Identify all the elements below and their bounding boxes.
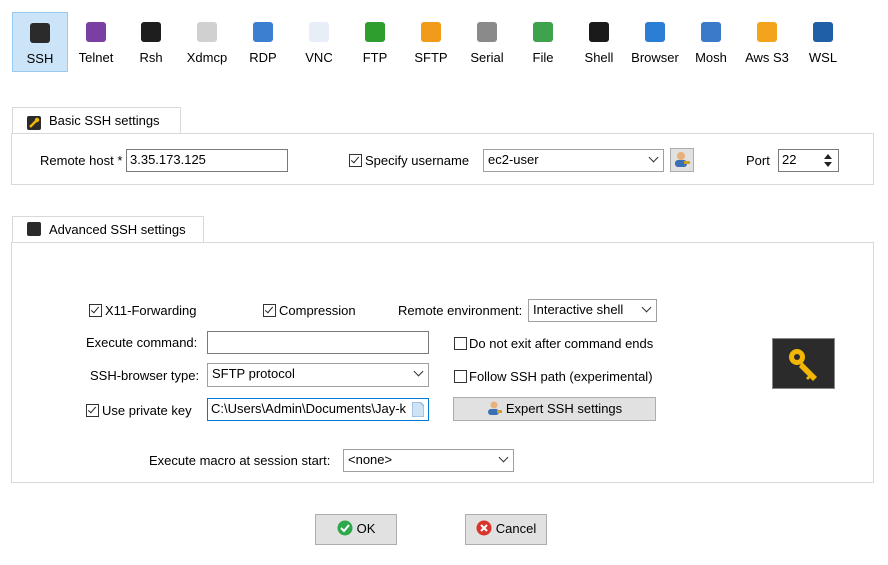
wrench-icon [27, 222, 41, 236]
user-gear-icon [487, 401, 502, 415]
follow-ssh-path-label: Follow SSH path (experimental) [469, 369, 653, 384]
do-not-exit-checkbox[interactable] [454, 337, 467, 350]
expert-ssh-settings-button[interactable]: Expert SSH settings [453, 397, 656, 421]
advanced-settings-panel [11, 242, 874, 483]
use-private-key-label: Use private key [102, 403, 192, 418]
check-circle-icon [337, 520, 353, 536]
ok-button[interactable]: OK [315, 514, 397, 545]
chevron-down-icon [641, 302, 652, 313]
port-value: 22 [782, 152, 797, 167]
x11-forwarding-label: X11-Forwarding [105, 303, 197, 318]
xdmcp-icon [197, 22, 217, 42]
serial-plug-icon [477, 22, 497, 42]
shell-terminal-icon [589, 22, 609, 42]
ssh-browser-type-select[interactable]: SFTP protocol [207, 363, 429, 387]
ssh-browser-type-label: SSH-browser type: [90, 368, 200, 383]
vnc-icon [309, 22, 329, 42]
chevron-down-icon [498, 452, 509, 463]
remote-host-input[interactable]: 3.35.173.125 [126, 149, 288, 172]
session-type-label: WSL [808, 50, 838, 65]
chevron-down-icon [648, 152, 659, 163]
port-spinner[interactable]: 22 [778, 149, 839, 172]
execute-macro-label: Execute macro at session start: [149, 453, 331, 468]
file-icon[interactable] [412, 402, 424, 417]
wrench-icon [27, 113, 41, 130]
chevron-down-icon [413, 366, 424, 377]
file-monitor-icon [533, 22, 553, 42]
follow-ssh-path-checkbox[interactable] [454, 370, 467, 383]
wsl-windows-icon [813, 22, 833, 42]
compression-checkbox[interactable] [263, 304, 276, 317]
remote-environment-value: Interactive shell [533, 302, 624, 317]
browser-globe-icon [645, 22, 665, 42]
tab-basic-ssh-settings[interactable]: Basic SSH settings [12, 107, 181, 134]
tab-advanced-ssh-settings[interactable]: Advanced SSH settings [12, 216, 204, 243]
execute-macro-select[interactable]: <none> [343, 449, 514, 472]
key-icon [772, 338, 835, 389]
session-type-wsl[interactable]: WSL [795, 12, 851, 72]
mosh-satellite-icon [701, 22, 721, 42]
specify-username-checkbox[interactable] [349, 154, 362, 167]
tab-label: Advanced SSH settings [49, 222, 186, 237]
execute-macro-value: <none> [348, 452, 393, 467]
remote-environment-select[interactable]: Interactive shell [528, 299, 657, 322]
x11-forwarding-checkbox[interactable] [89, 304, 102, 317]
port-label: Port [746, 153, 770, 168]
remote-host-label: Remote host * [40, 153, 123, 168]
cancel-label: Cancel [495, 521, 537, 536]
sftp-globe-icon [421, 22, 441, 42]
tab-label: Basic SSH settings [49, 113, 160, 128]
do-not-exit-label: Do not exit after command ends [469, 336, 654, 351]
username-value: ec2-user [488, 152, 539, 167]
user-icon [675, 152, 690, 167]
spinner-arrows-icon[interactable] [824, 153, 832, 168]
close-circle-icon [476, 520, 492, 536]
username-select[interactable]: ec2-user [483, 149, 664, 172]
execute-command-label: Execute command: [86, 335, 198, 350]
aws-s3-cubes-icon [757, 22, 777, 42]
user-manager-button[interactable] [670, 148, 694, 172]
private-key-path-input[interactable]: C:\Users\Admin\Documents\Jay-k [207, 398, 429, 421]
ssh-wrench-icon [30, 23, 50, 43]
rdp-monitor-icon [253, 22, 273, 42]
use-private-key-checkbox[interactable] [86, 404, 99, 417]
compression-label: Compression [279, 303, 356, 318]
cancel-button[interactable]: Cancel [465, 514, 547, 545]
ok-label: OK [356, 521, 376, 536]
private-key-path-value: C:\Users\Admin\Documents\Jay-k [211, 401, 407, 416]
expert-ssh-settings-label: Expert SSH settings [505, 401, 623, 416]
telnet-icon [86, 22, 106, 42]
specify-username-label: Specify username [365, 153, 470, 168]
ssh-browser-type-value: SFTP protocol [212, 366, 295, 381]
rsh-icon [141, 22, 161, 42]
ftp-globe-icon [365, 22, 385, 42]
remote-environment-label: Remote environment: [398, 303, 523, 318]
execute-command-input[interactable] [207, 331, 429, 354]
